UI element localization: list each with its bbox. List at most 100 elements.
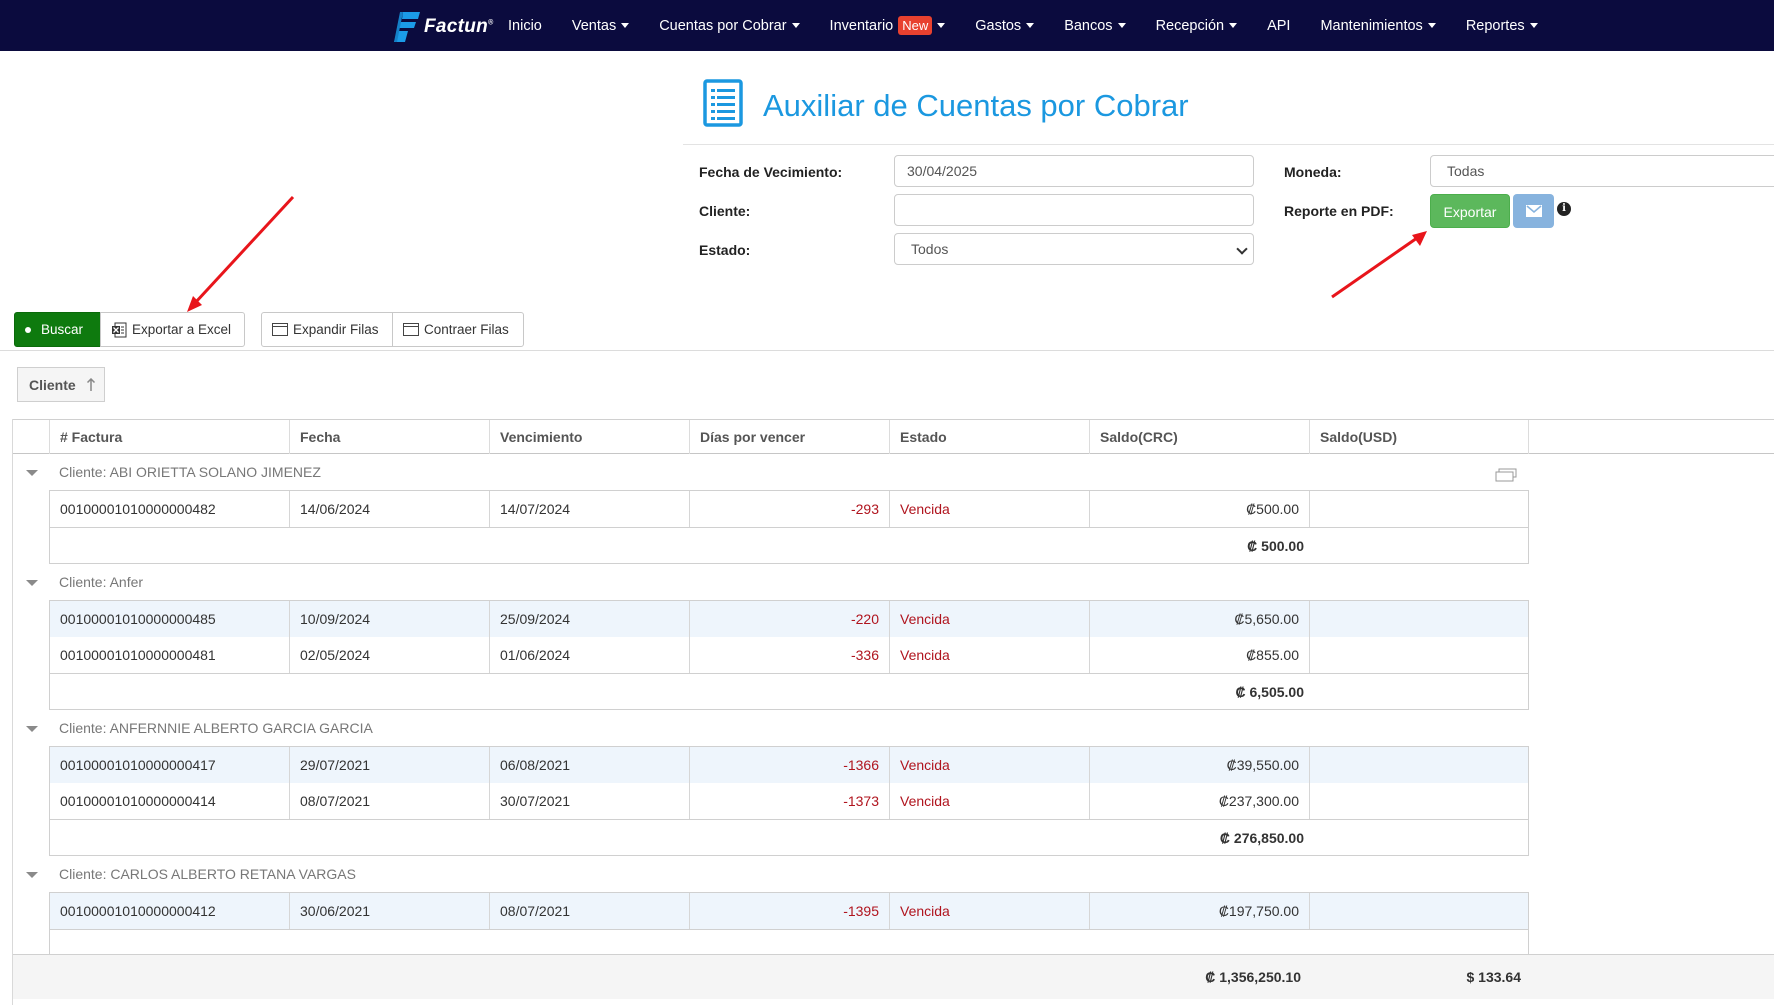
expand-rows-icon (272, 323, 288, 336)
brand-registered-mark: ® (488, 19, 494, 27)
info-icon[interactable]: i (1557, 202, 1571, 216)
group-label: Cliente: CARLOS ALBERTO RETANA VARGAS (59, 866, 356, 882)
nav-cuentas-por-cobrar[interactable]: Cuentas por Cobrar (659, 17, 800, 34)
nav-label: Cuentas por Cobrar (659, 17, 787, 34)
collapse-rows-icon (403, 323, 419, 336)
sort-up-icon (86, 377, 95, 391)
collapse-group-icon[interactable] (1495, 466, 1517, 482)
cell-fecha: 02/05/2024 (290, 637, 490, 673)
chevron-down-icon[interactable] (26, 580, 38, 586)
chevron-down-icon[interactable] (26, 726, 38, 732)
exportar-excel-label: Exportar a Excel (132, 322, 232, 337)
col-estado[interactable]: Estado (889, 420, 1089, 454)
col-factura[interactable]: # Factura (49, 420, 289, 454)
table-row[interactable]: 00100001010000000482 14/06/2024 14/07/20… (49, 491, 1529, 527)
nav-label: Gastos (975, 17, 1022, 34)
cell-saldo-crc: ₡237,300.00 (1090, 783, 1310, 819)
buscar-label: Buscar (41, 322, 84, 337)
expandir-filas-button[interactable]: Expandir Filas (261, 312, 393, 347)
nav-reportes[interactable]: Reportes (1466, 18, 1538, 34)
grid-header: # Factura Fecha Vencimiento Días por ven… (13, 419, 1774, 454)
contraer-label: Contraer Filas (424, 322, 509, 337)
col-vencimiento[interactable]: Vencimiento (489, 420, 689, 454)
chevron-down-icon (1427, 23, 1436, 28)
cell-fecha: 08/07/2021 (290, 783, 490, 819)
group-row[interactable]: Cliente: ANFERNNIE ALBERTO GARCIA GARCIA (13, 710, 1529, 747)
report-document-icon (703, 79, 743, 127)
cell-dias: -293 (690, 491, 890, 527)
fecha-vencimiento-field[interactable] (894, 155, 1254, 187)
chevron-down-icon[interactable] (26, 470, 38, 476)
chevron-down-icon (1117, 23, 1126, 28)
toolbar-divider (0, 350, 1774, 351)
estado-label: Estado: (699, 242, 751, 258)
email-button[interactable] (1513, 194, 1554, 228)
cell-dias: -1366 (690, 747, 890, 783)
col-fecha[interactable]: Fecha (289, 420, 489, 454)
col-saldo-crc[interactable]: Saldo(CRC) (1089, 420, 1309, 454)
chevron-down-icon[interactable] (26, 872, 38, 878)
cell-saldo-usd (1310, 893, 1530, 929)
cell-factura: 00100001010000000414 (50, 783, 290, 819)
cell-saldo-usd (1310, 491, 1530, 527)
cell-vencimiento: 08/07/2021 (490, 893, 690, 929)
table-row[interactable]: 00100001010000000414 08/07/2021 30/07/20… (49, 783, 1529, 819)
group-row[interactable]: Cliente: ABI ORIETTA SOLANO JIMENEZ (13, 454, 1529, 491)
nav-label: Reportes (1465, 17, 1525, 34)
group-chip-label: Cliente (29, 376, 76, 393)
contraer-filas-button[interactable]: Contraer Filas (392, 312, 524, 347)
table-row[interactable]: 00100001010000000485 10/09/2024 25/09/20… (49, 601, 1529, 637)
col-saldo-usd[interactable]: Saldo(USD) (1309, 420, 1529, 454)
group-row[interactable]: Cliente: CARLOS ALBERTO RETANA VARGAS (13, 856, 1529, 893)
nav-mantenimientos[interactable]: Mantenimientos (1320, 17, 1436, 34)
grand-total-usd: $ 133.64 (1466, 969, 1522, 985)
group-total: ₡ 500.00 (1247, 538, 1304, 554)
cell-vencimiento: 25/09/2024 (490, 601, 690, 637)
cell-vencimiento: 06/08/2021 (490, 747, 690, 783)
grand-total-row: ₡ 1,356,250.10 $ 133.64 (13, 954, 1774, 999)
brand-logo[interactable]: Factun® (394, 10, 494, 44)
cell-estado: Vencida (890, 747, 1090, 783)
cell-fecha: 10/09/2024 (290, 601, 490, 637)
cliente-label: Cliente: (699, 203, 751, 219)
table-row[interactable]: 00100001010000000481 02/05/2024 01/06/20… (49, 637, 1529, 673)
nav-ventas[interactable]: Ventas (572, 18, 630, 34)
nav-gastos[interactable]: Gastos (975, 17, 1035, 34)
group-footer: ₡ 6,505.00 (49, 673, 1529, 710)
estado-select[interactable]: Todos (894, 233, 1254, 265)
moneda-select[interactable]: Todas (1430, 155, 1774, 187)
col-dias[interactable]: Días por vencer (689, 420, 889, 454)
cell-vencimiento: 01/06/2024 (490, 637, 690, 673)
group-row[interactable]: Cliente: Anfer (13, 564, 1529, 601)
annotation-arrow-excel (187, 195, 295, 312)
nav-inventario[interactable]: Inventario New (830, 16, 946, 35)
cliente-field[interactable] (894, 194, 1254, 226)
excel-icon (111, 322, 127, 338)
exportar-excel-button[interactable]: Exportar a Excel (100, 312, 245, 347)
cell-factura: 00100001010000000481 (50, 637, 290, 673)
export-pdf-button[interactable]: Exportar (1430, 194, 1510, 228)
cell-fecha: 29/07/2021 (290, 747, 490, 783)
table-row[interactable]: 00100001010000000412 30/06/2021 08/07/20… (49, 893, 1529, 929)
nav-api[interactable]: API (1267, 18, 1290, 34)
cell-estado: Vencida (890, 893, 1090, 929)
chevron-down-icon (621, 23, 630, 28)
chevron-down-icon (1529, 23, 1538, 28)
cell-saldo-crc: ₡5,650.00 (1090, 601, 1310, 637)
accounts-grid: # Factura Fecha Vencimiento Días por ven… (12, 419, 1774, 1005)
cell-factura: 00100001010000000482 (50, 491, 290, 527)
title-divider (683, 144, 1774, 145)
buscar-button[interactable]: Buscar (14, 312, 101, 347)
table-row[interactable]: 00100001010000000417 29/07/2021 06/08/20… (49, 747, 1529, 783)
nav-bancos[interactable]: Bancos (1064, 18, 1126, 34)
cell-estado: Vencida (890, 637, 1090, 673)
nav-recepcion[interactable]: Recepción (1156, 18, 1238, 34)
factun-logo-icon (394, 12, 420, 42)
cell-factura: 00100001010000000412 (50, 893, 290, 929)
cell-saldo-crc: ₡197,750.00 (1090, 893, 1310, 929)
nav-label: Recepción (1155, 17, 1225, 34)
nav-label: Mantenimientos (1320, 17, 1423, 34)
group-by-cliente-chip[interactable]: Cliente (17, 367, 105, 402)
cell-estado: Vencida (890, 783, 1090, 819)
nav-inicio[interactable]: Inicio (508, 18, 542, 34)
